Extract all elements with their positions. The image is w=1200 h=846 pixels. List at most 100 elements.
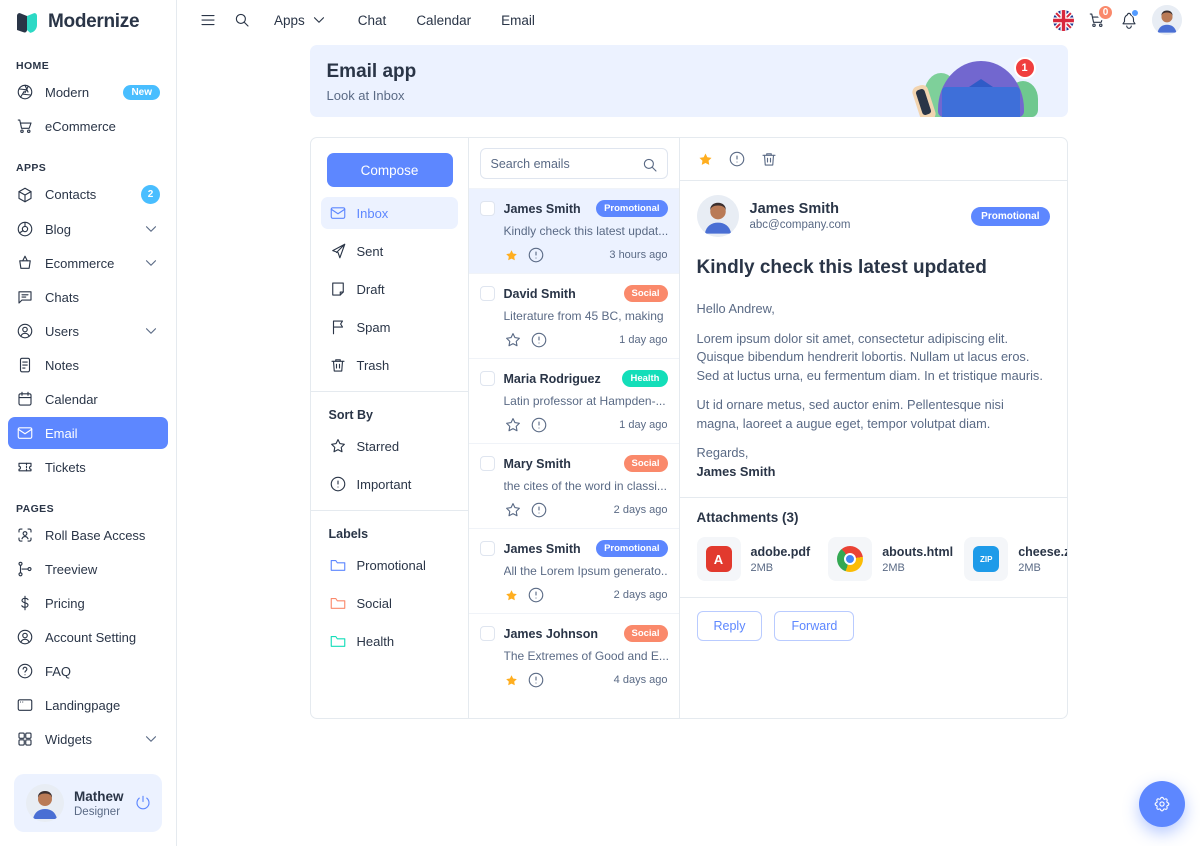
notes-icon: [16, 356, 34, 374]
alert-circle-icon[interactable]: [527, 671, 545, 689]
cart-button[interactable]: 0: [1088, 11, 1106, 29]
sidebar-item-modern[interactable]: Modern New: [8, 76, 168, 108]
filter-label: Important: [357, 477, 412, 492]
nav-chat[interactable]: Chat: [345, 7, 400, 34]
folder-icon: [329, 594, 347, 612]
alert-circle-icon[interactable]: [530, 501, 548, 519]
sidebar-item-users[interactable]: Users: [8, 315, 168, 347]
reply-button[interactable]: Reply: [697, 611, 763, 641]
label-promotional[interactable]: Promotional: [321, 549, 458, 581]
compose-button[interactable]: Compose: [327, 153, 453, 187]
label-social[interactable]: Social: [321, 587, 458, 619]
attachment-size: 2MB: [751, 562, 811, 574]
user-name: Mathew: [74, 789, 124, 804]
sidebar-item-pricing[interactable]: Pricing: [8, 587, 168, 619]
star-icon[interactable]: [504, 416, 522, 434]
hamburger-menu-icon[interactable]: [193, 5, 223, 35]
star-icon[interactable]: [504, 588, 519, 603]
sidebar-item-ecommerce-app[interactable]: Ecommerce: [8, 247, 168, 279]
checkbox[interactable]: [480, 626, 495, 641]
trash-icon[interactable]: [760, 150, 778, 168]
star-icon[interactable]: [697, 151, 714, 168]
attachment-pdf[interactable]: A adobe.pdf 2MB: [697, 537, 811, 581]
mail-time: 3 hours ago: [609, 249, 667, 261]
sidebar-item-treeview[interactable]: Treeview: [8, 553, 168, 585]
alert-circle-icon[interactable]: [728, 150, 746, 168]
mail-list-item[interactable]: James Smith Promotional All the Lorem Ip…: [469, 528, 679, 613]
snippet: All the Lorem Ipsum generato...: [504, 564, 668, 578]
checkbox[interactable]: [480, 371, 495, 386]
filter-important[interactable]: Important: [321, 468, 458, 500]
alert-circle-icon[interactable]: [527, 586, 545, 604]
sidebar-item-landingpage[interactable]: Landingpage: [8, 689, 168, 721]
divider: [311, 391, 468, 392]
detail-actions: Reply Forward: [680, 597, 1067, 654]
alert-circle-icon[interactable]: [530, 416, 548, 434]
mail-list-item[interactable]: James Smith Promotional Kindly check thi…: [469, 188, 679, 273]
nav-apps[interactable]: Apps: [261, 5, 341, 35]
checkbox[interactable]: [480, 286, 495, 301]
attachment-html[interactable]: abouts.html 2MB: [828, 537, 946, 581]
sidebar-item-notes[interactable]: Notes: [8, 349, 168, 381]
folder-label: Draft: [357, 282, 385, 297]
checkbox[interactable]: [480, 456, 495, 471]
sidebar-item-widgets[interactable]: Widgets: [8, 723, 168, 755]
sidebar-item-account-setting[interactable]: Account Setting: [8, 621, 168, 653]
sidebar-item-ecommerce-home[interactable]: eCommerce: [8, 110, 168, 142]
section-forms: FORMS: [0, 757, 176, 766]
search-icon[interactable]: [641, 156, 659, 174]
attachment-zip[interactable]: ZIP cheese.zip 2MB: [964, 537, 1067, 581]
language-flag-icon[interactable]: [1053, 10, 1074, 31]
star-icon[interactable]: [504, 248, 519, 263]
label-text: Social: [357, 596, 392, 611]
mail-list-item[interactable]: Maria Rodriguez Health Latin professor a…: [469, 358, 679, 443]
forward-button[interactable]: Forward: [774, 611, 854, 641]
folder-inbox[interactable]: Inbox: [321, 197, 458, 229]
alert-circle-icon[interactable]: [527, 246, 545, 264]
label-health[interactable]: Health: [321, 625, 458, 657]
sidebar-item-chats[interactable]: Chats: [8, 281, 168, 313]
logout-power-icon[interactable]: [134, 794, 152, 812]
sidebar-item-label: FAQ: [45, 664, 160, 679]
sidebar-item-tickets[interactable]: Tickets: [8, 451, 168, 483]
search-emails-input[interactable]: [480, 148, 668, 179]
nav-apps-label: Apps: [274, 13, 305, 28]
sidebar-item-calendar[interactable]: Calendar: [8, 383, 168, 415]
brand-logo[interactable]: Modernize: [0, 0, 176, 42]
sidebar-item-email[interactable]: Email: [8, 417, 168, 449]
sender-name: Mary Smith: [504, 457, 615, 471]
star-icon[interactable]: [504, 673, 519, 688]
label-badge: Promotional: [596, 540, 667, 557]
snippet: The Extremes of Good and E...: [504, 649, 668, 663]
folder-sent[interactable]: Sent: [321, 235, 458, 267]
settings-fab[interactable]: [1139, 781, 1185, 827]
filter-starred[interactable]: Starred: [321, 430, 458, 462]
folder-draft[interactable]: Draft: [321, 273, 458, 305]
notifications-button[interactable]: [1120, 11, 1138, 29]
user-avatar[interactable]: [26, 784, 64, 822]
pdf-file-icon: A: [697, 537, 741, 581]
profile-avatar[interactable]: [1152, 5, 1182, 35]
chevron-down-icon: [142, 254, 160, 272]
mail-list-item[interactable]: James Johnson Social The Extremes of Goo…: [469, 613, 679, 698]
star-icon[interactable]: [504, 331, 522, 349]
alert-circle-icon[interactable]: [530, 331, 548, 349]
search-icon[interactable]: [227, 5, 257, 35]
sidebar-item-blog[interactable]: Blog: [8, 213, 168, 245]
label-badge: Promotional: [971, 207, 1049, 226]
blog-icon: [16, 220, 34, 238]
nav-email[interactable]: Email: [488, 7, 548, 34]
checkbox[interactable]: [480, 201, 495, 216]
folder-trash[interactable]: Trash: [321, 349, 458, 381]
checkbox[interactable]: [480, 541, 495, 556]
sidebar-item-faq[interactable]: FAQ: [8, 655, 168, 687]
nav-calendar[interactable]: Calendar: [403, 7, 484, 34]
mail-list-item[interactable]: David Smith Social Literature from 45 BC…: [469, 273, 679, 358]
folder-spam[interactable]: Spam: [321, 311, 458, 343]
mail-time: 1 day ago: [619, 334, 667, 346]
signature: James Smith: [697, 463, 1050, 482]
mail-list-item[interactable]: Mary Smith Social the cites of the word …: [469, 443, 679, 528]
sidebar-item-roll-base-access[interactable]: Roll Base Access: [8, 519, 168, 551]
sidebar-item-contacts[interactable]: Contacts 2: [8, 178, 168, 211]
star-icon[interactable]: [504, 501, 522, 519]
